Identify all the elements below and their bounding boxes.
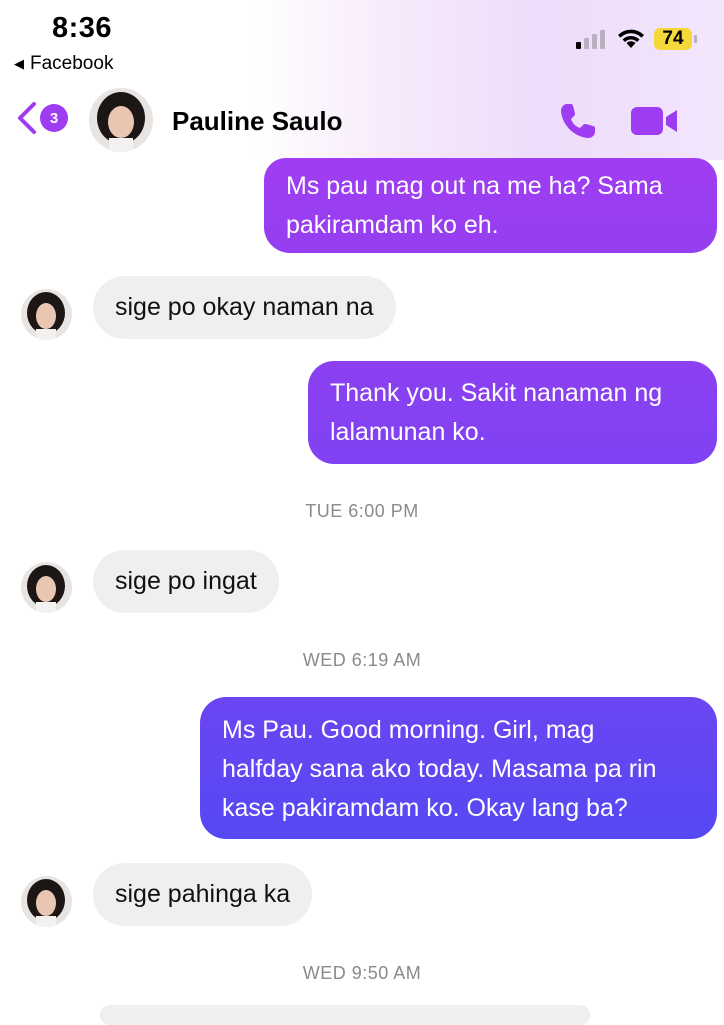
message-line: Ms pau mag out na me ha? Sama: [286, 172, 663, 200]
phone-icon[interactable]: [558, 101, 598, 146]
sender-avatar[interactable]: [21, 289, 72, 340]
message-line: halfday sana ako today. Masama pa rin: [222, 755, 657, 783]
wifi-icon: [616, 27, 646, 54]
battery-indicator: 74: [654, 28, 697, 50]
incoming-message-partial[interactable]: [100, 1005, 590, 1025]
timestamp-divider: WED 9:50 AM: [302, 963, 422, 983]
message-line: lalamunan ko.: [330, 418, 486, 446]
back-triangle-icon: ◀: [14, 56, 24, 71]
timestamp-divider: TUE 6:00 PM: [305, 501, 419, 521]
incoming-message[interactable]: sige po ingat: [93, 550, 279, 613]
cellular-signal-icon: [576, 30, 605, 49]
back-button[interactable]: 3: [16, 101, 68, 135]
back-to-app-link[interactable]: ◀ Facebook: [14, 53, 113, 75]
status-time: 8:36: [52, 12, 113, 44]
message-line: pakiramdam ko eh.: [286, 211, 499, 239]
unread-count-badge: 3: [40, 104, 68, 132]
sender-avatar[interactable]: [21, 876, 72, 927]
video-camera-icon[interactable]: [631, 105, 679, 142]
incoming-message[interactable]: sige po okay naman na: [93, 276, 396, 339]
contact-name[interactable]: Pauline Saulo: [172, 106, 343, 137]
outgoing-message[interactable]: Ms pau mag out na me ha? Sama pakiramdam…: [264, 158, 717, 253]
outgoing-message[interactable]: Thank you. Sakit nanaman ng lalamunan ko…: [308, 361, 717, 464]
timestamp-divider: WED 6:19 AM: [302, 650, 422, 670]
contact-avatar[interactable]: [89, 88, 153, 152]
back-app-label: Facebook: [30, 53, 114, 74]
message-line: kase pakiramdam ko. Okay lang ba?: [222, 794, 628, 822]
sender-avatar[interactable]: [21, 562, 72, 613]
incoming-message[interactable]: sige pahinga ka: [93, 863, 313, 926]
message-line: Ms Pau. Good morning. Girl, mag: [222, 716, 595, 744]
message-line: Thank you. Sakit nanaman ng: [330, 379, 663, 407]
outgoing-message[interactable]: Ms Pau. Good morning. Girl, mag halfday …: [200, 697, 717, 839]
battery-level: 74: [654, 28, 692, 50]
chevron-left-icon: [18, 102, 36, 134]
